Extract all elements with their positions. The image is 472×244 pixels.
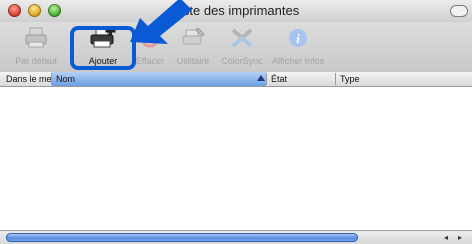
default-printer-label: Par défaut (15, 56, 57, 66)
list-header: Dans le menu Nom État Type (0, 72, 472, 87)
toolbar-toggle-button[interactable] (450, 5, 468, 17)
column-in-menu[interactable]: Dans le menu (6, 73, 52, 85)
delete-label: Effacer (135, 56, 165, 66)
horizontal-scrollbar[interactable]: ◂ ▸ (0, 230, 472, 244)
add-button-highlight (70, 26, 136, 70)
column-name[interactable]: Nom (56, 73, 246, 85)
column-divider (51, 73, 52, 85)
sort-ascending-icon (257, 75, 265, 81)
title-bar[interactable]: Liste des imprimantes (0, 0, 472, 22)
printer-list-window: Liste des imprimantes Par défaut Ajouter (0, 0, 472, 244)
pointer-arrow-icon (130, 0, 192, 44)
show-info-label: Afficher Infos (271, 56, 325, 66)
svg-text:i: i (296, 31, 300, 46)
printer-list[interactable] (0, 87, 472, 223)
column-divider (266, 73, 267, 85)
colorsync-icon (231, 28, 253, 48)
printer-default-icon (25, 27, 47, 48)
utility-label: Utilitaire (176, 56, 210, 66)
info-icon: i (289, 29, 307, 47)
colorsync-label: ColorSync (221, 56, 263, 66)
column-type[interactable]: Type (340, 73, 400, 85)
window-title: Liste des imprimantes (172, 3, 300, 18)
column-divider (335, 73, 336, 85)
colorsync-button[interactable]: ColorSync (218, 24, 266, 70)
scrollbar-thumb[interactable] (6, 233, 358, 242)
scroll-left-arrow-icon[interactable]: ◂ (440, 233, 452, 242)
show-info-button[interactable]: i Afficher Infos (270, 24, 326, 70)
scroll-right-arrow-icon[interactable]: ▸ (454, 233, 466, 242)
default-printer-button[interactable]: Par défaut (8, 24, 64, 70)
column-status[interactable]: État (271, 73, 331, 85)
